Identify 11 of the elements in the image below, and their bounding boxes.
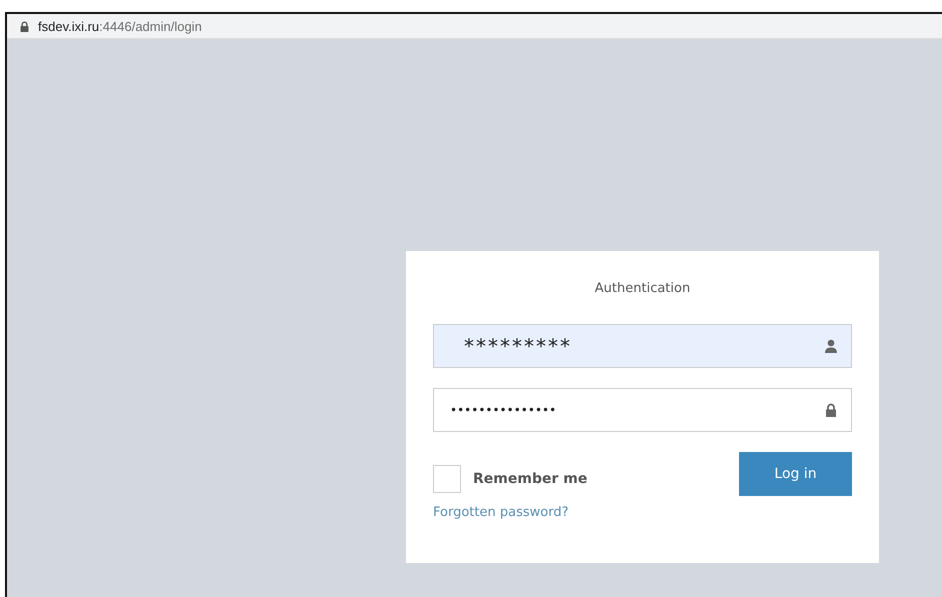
user-icon [824,339,838,353]
address-bar[interactable]: fsdev.ixi.ru:4446/admin/login [7,14,942,39]
lock-icon [824,403,838,417]
remember-checkbox[interactable] [433,465,461,493]
login-button[interactable]: Log in [739,452,852,496]
forgot-password-link[interactable]: Forgotten password? [433,505,588,520]
url-text: fsdev.ixi.ru:4446/admin/login [38,18,202,34]
remember-label: Remember me [473,471,588,487]
card-title: Authentication [594,281,690,296]
password-field[interactable]: ••••••••••••••• [433,388,852,432]
username-field[interactable]: ********* [433,324,852,368]
